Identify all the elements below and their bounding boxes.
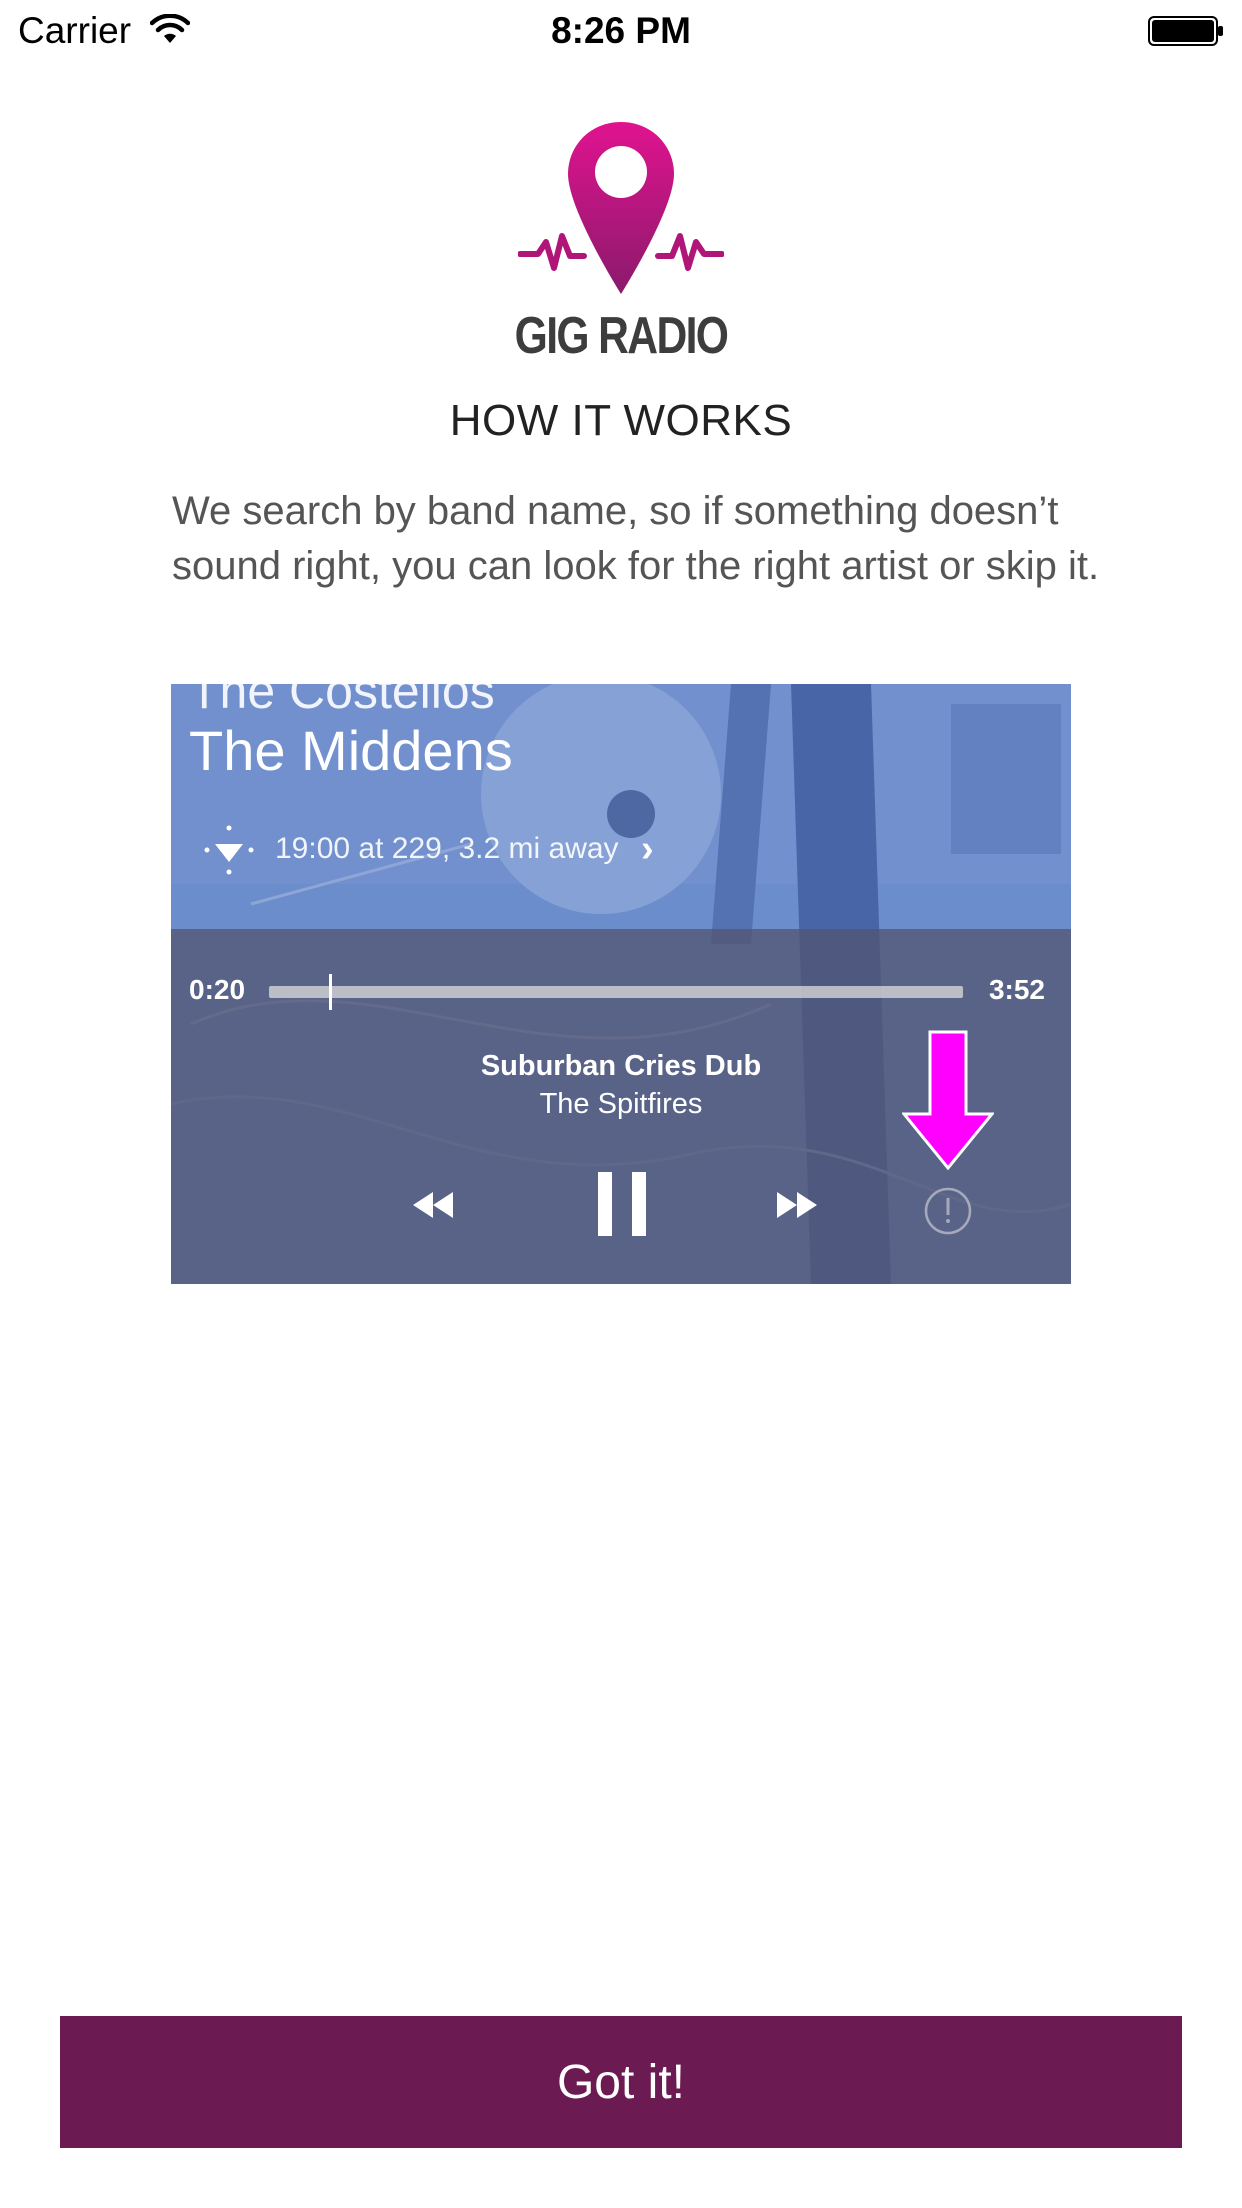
battery-icon [1148,16,1223,46]
previous-band-name: The Costellos [189,684,495,719]
status-time: 8:26 PM [551,10,691,51]
progress-thumb [328,974,332,1010]
pause-icon [598,1172,646,1236]
gig-radio-logo-icon [518,122,724,294]
gig-info-text: 19:00 at 229, 3.2 mi away [275,832,619,865]
location-arrow-icon [204,825,254,875]
status-bar: Carrier 8:26 PM [0,0,1242,62]
highlight-arrow-icon [902,1030,994,1170]
page-title: HOW IT WORKS [449,396,793,445]
time-total: 3:52 [988,974,1045,1005]
logo-wordmark: GIG RADIO [514,307,729,365]
player-illustration: The Costellos The Middens 19:00 at 229, … [171,684,1071,1284]
band-name: The Middens [189,719,513,782]
fast-forward-icon [777,1192,817,1218]
time-elapsed: 0:20 [189,974,246,1005]
description-text: We search by band name, so if something … [172,489,1100,588]
report-icon [924,1187,972,1235]
progress-track [269,986,963,998]
chevron-right-icon: › [641,828,654,870]
rewind-icon [413,1192,453,1218]
got-it-button[interactable]: Got it! [60,2016,1182,2148]
